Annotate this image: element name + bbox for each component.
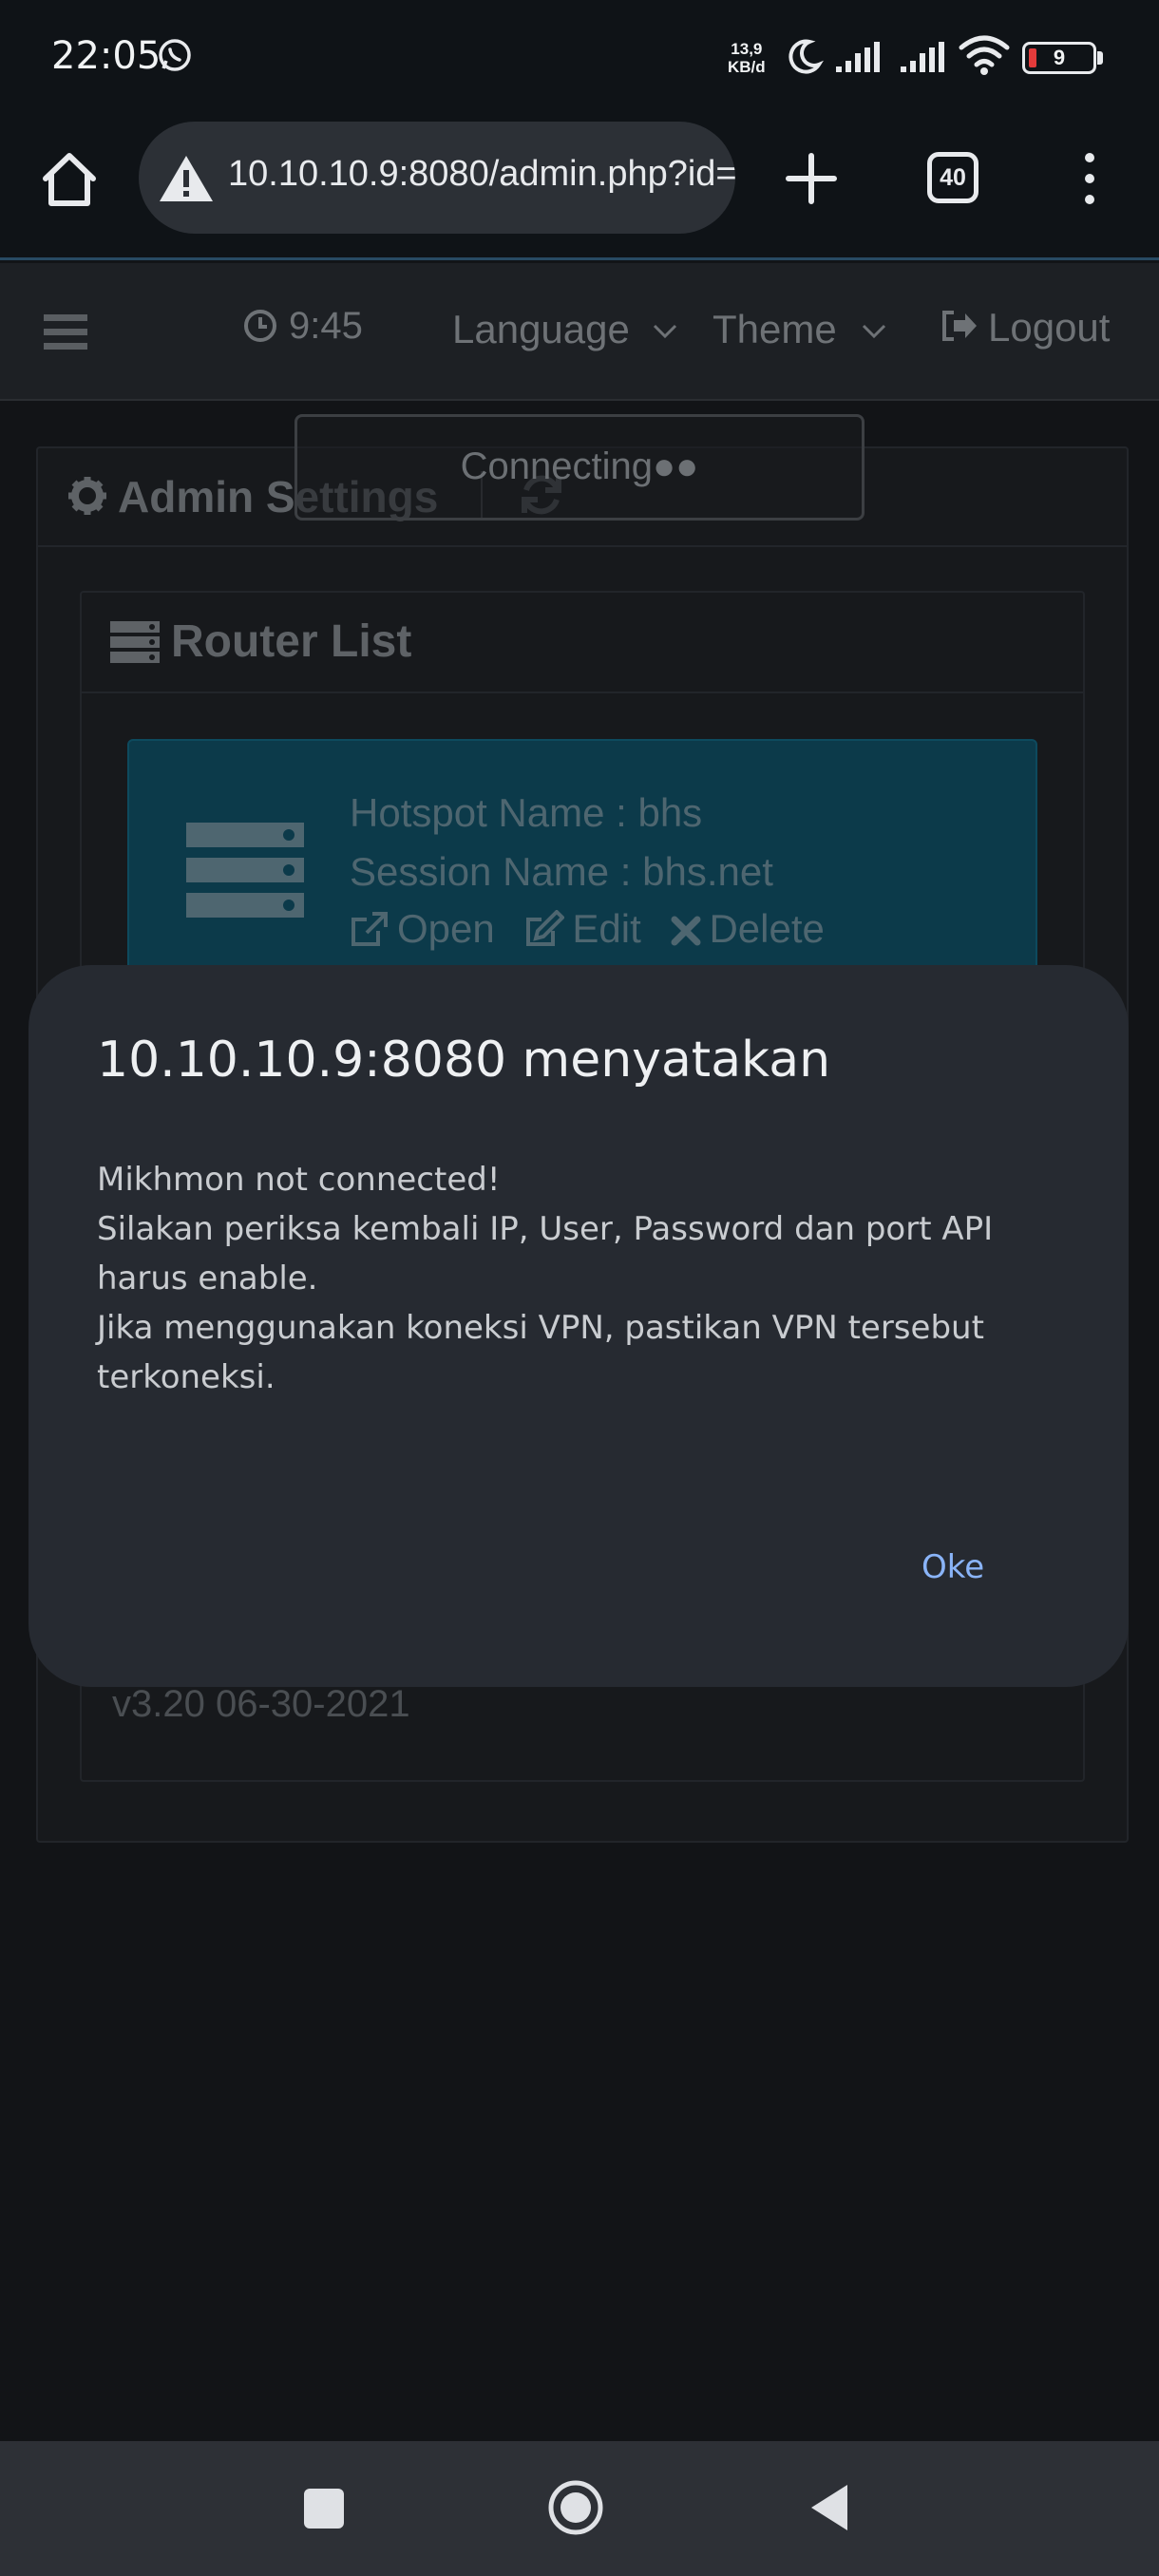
browser-toolbar: 10.10.10.9:8080/admin.php?id=sessions 40 <box>0 114 1159 260</box>
alert-dialog: 10.10.10.9:8080 menyatakan Mikhmon not c… <box>28 965 1129 1687</box>
dialog-line: Mikhmon not connected! <box>97 1161 501 1199</box>
battery-tip <box>1097 51 1103 65</box>
system-nav-bar <box>0 2441 1159 2576</box>
theme-menu[interactable]: Theme <box>712 307 837 352</box>
server-icon <box>186 823 304 918</box>
speed-unit: KB/d <box>728 58 766 76</box>
edit-link[interactable]: Edit <box>524 906 641 952</box>
wifi-icon <box>959 35 1010 75</box>
dialog-line: Silakan periksa kembali IP, User, Passwo… <box>97 1210 1003 1297</box>
logout-link[interactable]: Logout <box>988 305 1110 350</box>
router-list-title: Router List <box>171 616 412 667</box>
language-menu[interactable]: Language <box>452 307 630 352</box>
app-header: 9:45 Language Theme Logout <box>0 263 1159 401</box>
hotspot-name: Hotspot Name : bhs <box>350 790 703 835</box>
home-button[interactable] <box>547 2479 604 2536</box>
url-text[interactable]: 10.10.10.9:8080/admin.php?id=sessions <box>228 154 735 195</box>
whatsapp-icon <box>159 39 191 71</box>
gear-icon <box>68 477 106 515</box>
network-speed: 13,9 KB/d <box>728 40 766 76</box>
external-link-icon <box>352 912 388 946</box>
server-icon <box>110 621 160 663</box>
header-time: 9:45 <box>289 305 363 347</box>
chevron-down-icon[interactable] <box>861 322 887 341</box>
session-name: Session Name : bhs.net <box>350 849 773 894</box>
signal-icon <box>836 42 880 72</box>
edit-icon <box>526 909 566 946</box>
router-card: Hotspot Name : bhs Session Name : bhs.ne… <box>127 739 1037 995</box>
hamburger-icon[interactable] <box>44 313 87 350</box>
open-label[interactable]: Open <box>397 906 495 951</box>
close-icon <box>671 916 701 946</box>
delete-link[interactable]: Delete <box>671 906 825 952</box>
open-link[interactable]: Open <box>350 906 495 952</box>
back-button[interactable] <box>809 2483 849 2532</box>
plus-icon[interactable] <box>785 152 838 205</box>
version-text: v3.20 06-30-2021 <box>112 1683 410 1725</box>
router-actions: Open Edit Delete <box>350 906 844 952</box>
delete-label[interactable]: Delete <box>709 906 824 951</box>
signal-icon <box>901 42 944 72</box>
status-bar: 22:05 13,9 KB/d 9 <box>0 0 1159 114</box>
ok-button[interactable]: Oke <box>922 1548 984 1586</box>
logout-icon[interactable] <box>940 309 978 343</box>
chevron-down-icon[interactable] <box>652 322 678 341</box>
address-bar[interactable]: 10.10.10.9:8080/admin.php?id=sessions <box>139 122 735 234</box>
tab-switcher-button[interactable]: 40 <box>927 152 978 203</box>
connecting-indicator: Connecting●● <box>294 414 864 521</box>
home-icon[interactable] <box>38 148 101 211</box>
battery-level: 9 <box>1053 46 1066 69</box>
router-list-header: Router List <box>82 593 1083 693</box>
moon-icon <box>788 39 824 74</box>
status-time: 22:05 <box>51 34 162 78</box>
dialog-line: Jika menggunakan koneksi VPN, pastikan V… <box>97 1309 995 1396</box>
recents-button[interactable] <box>304 2489 344 2529</box>
speed-value: 13,9 <box>731 40 763 58</box>
warning-icon[interactable] <box>158 154 215 203</box>
battery-icon: 9 <box>1022 42 1096 74</box>
dialog-title: 10.10.10.9:8080 menyatakan <box>97 1032 831 1089</box>
clock-icon <box>244 310 276 342</box>
dialog-message: Mikhmon not connected! Silakan periksa k… <box>97 1155 1066 1402</box>
edit-label[interactable]: Edit <box>572 906 640 951</box>
menu-dots-icon[interactable] <box>1075 152 1104 205</box>
